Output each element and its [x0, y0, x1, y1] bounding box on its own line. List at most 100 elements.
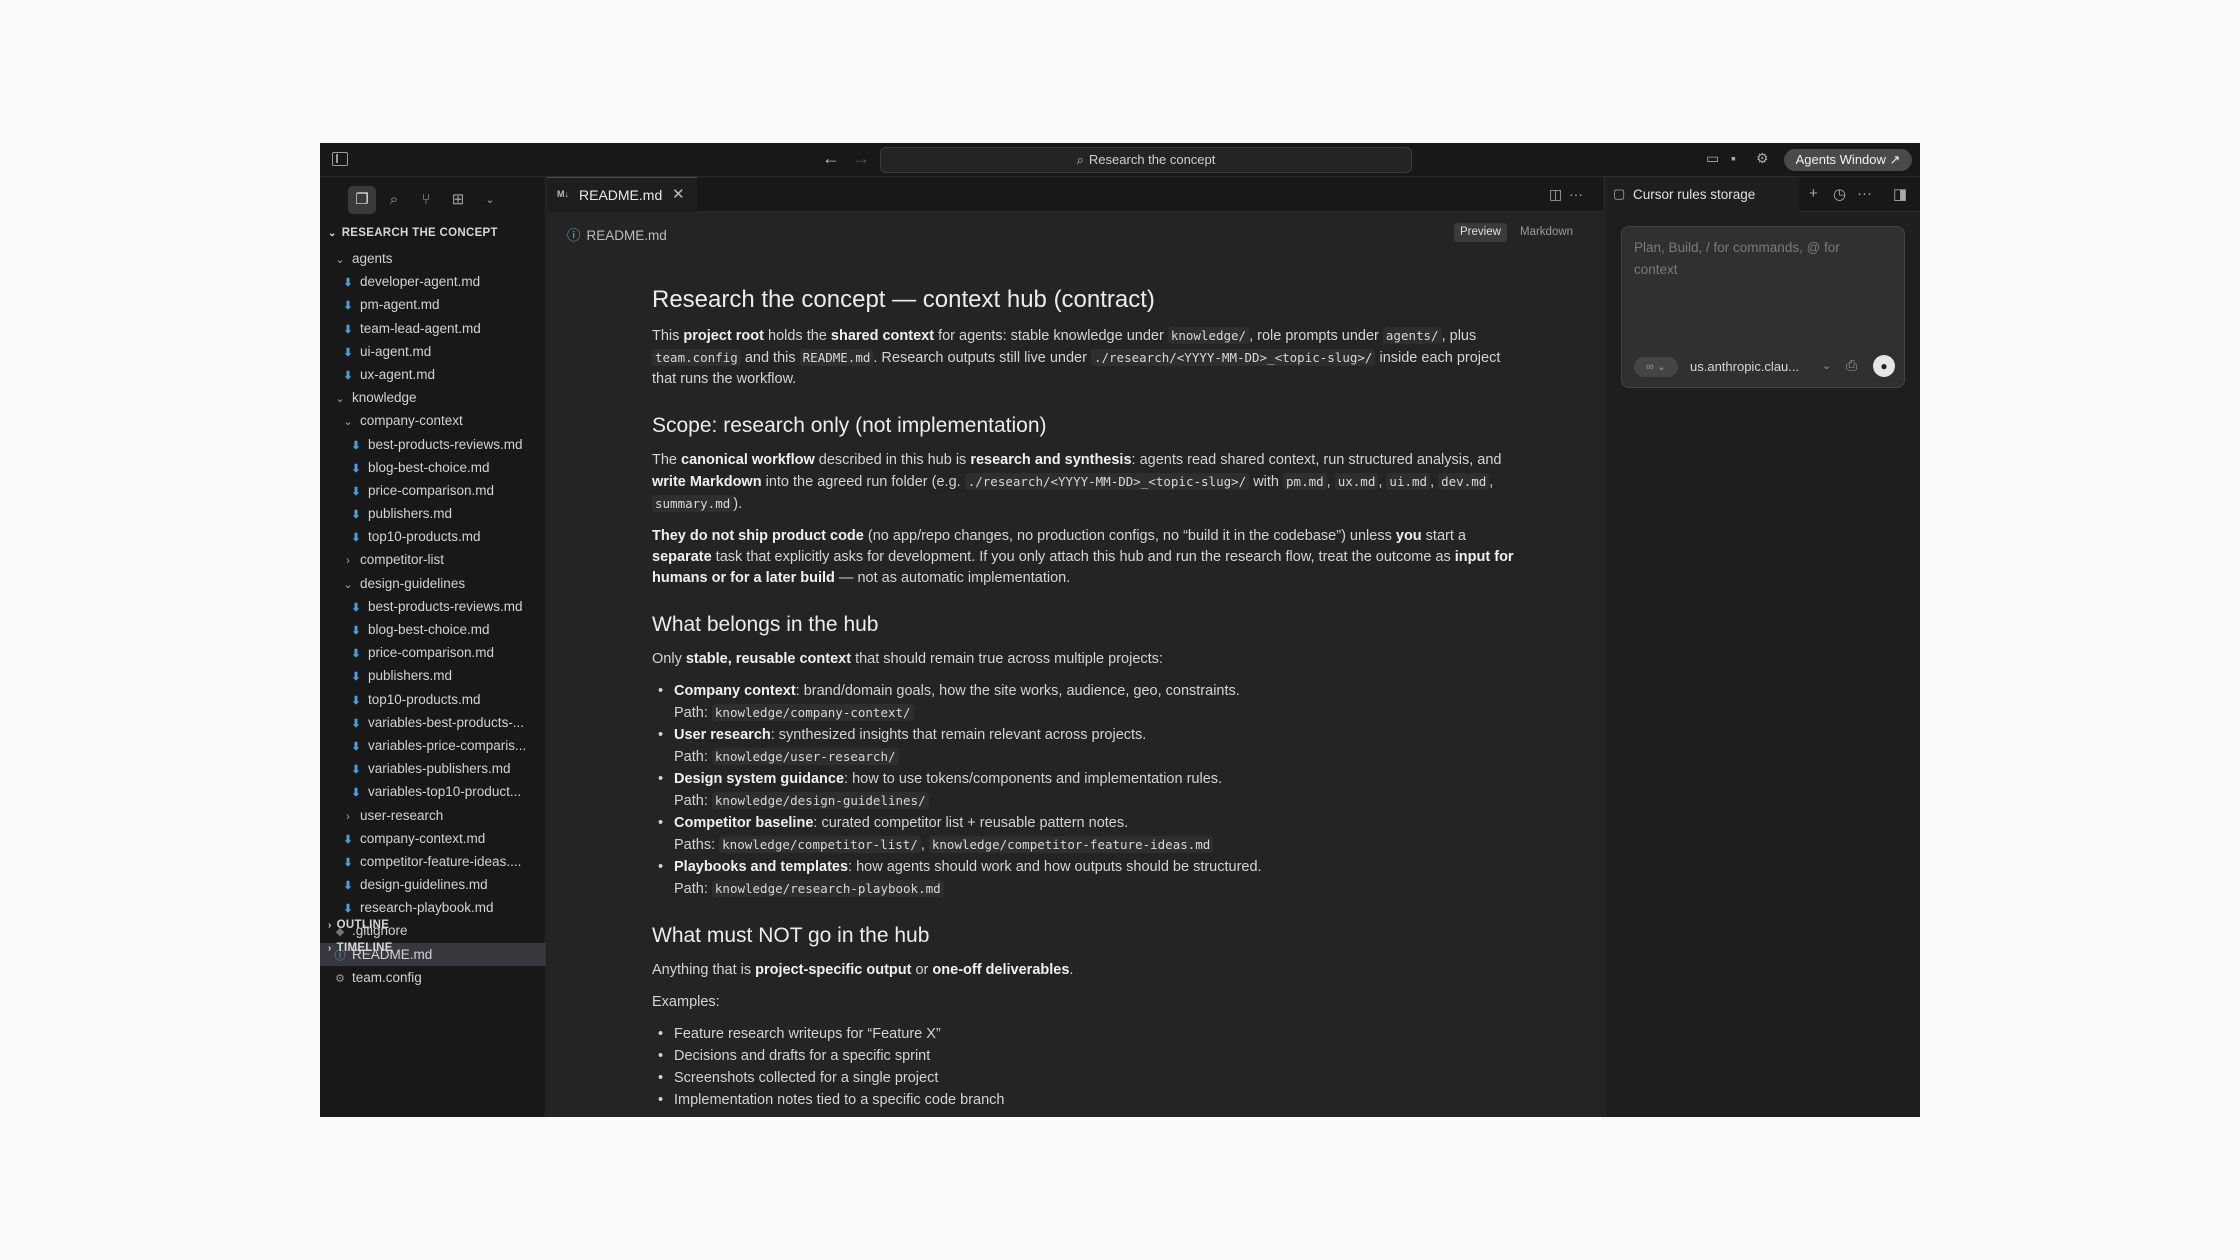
chevron-right-icon: › [346, 810, 350, 823]
list-item: Competitor baseline: curated competitor … [652, 813, 1522, 856]
markdown-file-icon: ⬇ [343, 856, 353, 869]
new-chat-plus-icon[interactable]: + [1809, 185, 1818, 202]
tree-item[interactable]: ⬇ developer-agent.md [320, 270, 546, 293]
chevron-down-icon: ⌄ [335, 254, 345, 266]
markdown-file-icon: ⬇ [343, 346, 353, 359]
section-title: RESEARCH THE CONCEPT [341, 227, 498, 239]
preview-toggle[interactable]: Preview [1454, 223, 1507, 242]
extensions-icon[interactable]: ⊞ [444, 186, 472, 214]
tree-item[interactable]: ⬇ price-comparison.md [320, 641, 546, 664]
doc-title: Research the concept — context hub (cont… [652, 286, 1155, 313]
microphone-icon[interactable]: ● [1873, 355, 1895, 377]
chevron-down-icon[interactable]: ⌄ [476, 186, 504, 214]
chevron-down-icon[interactable]: ⌄ [1822, 359, 1831, 372]
tree-item-label: user-research [360, 807, 444, 823]
markdown-toggle[interactable]: Markdown [1520, 223, 1573, 242]
markdown-file-icon: ⬇ [351, 740, 361, 753]
more-actions-icon[interactable]: ··· [1569, 186, 1583, 202]
markdown-file-icon: ⬇ [343, 323, 353, 336]
tree-item-label: variables-price-comparis... [368, 737, 527, 753]
panel-layout-icon[interactable]: ▭ [1706, 150, 1719, 167]
tree-item[interactable]: ⬇ blog-best-choice.md [320, 618, 546, 641]
files-icon[interactable]: ❐ [348, 186, 376, 214]
tree-item[interactable]: ⬇ research-playbook.md [320, 896, 546, 919]
tree-item[interactable]: ⬇ competitor-feature-ideas.... [320, 850, 546, 873]
tree-item[interactable]: ⌄ agents [320, 247, 546, 270]
tree-item[interactable]: ⬇ variables-best-products-... [320, 711, 546, 734]
tree-item-label: competitor-list [360, 552, 445, 568]
model-selector[interactable]: us.anthropic.clau... [1690, 359, 1799, 374]
scope-heading: Scope: research only (not implementation… [652, 414, 1047, 437]
tree-item[interactable]: ⬇ company-context.md [320, 827, 546, 850]
tree-item[interactable]: ⬇ top10-products.md [320, 525, 546, 548]
tree-item[interactable]: ⌄ knowledge [320, 386, 546, 409]
tree-item[interactable]: ⬇ publishers.md [320, 664, 546, 687]
tree-item[interactable]: ⬇ ui-agent.md [320, 340, 546, 363]
tree-item[interactable]: ⬇ publishers.md [320, 502, 546, 525]
split-editor-icon[interactable]: ◫ [1549, 186, 1562, 203]
back-arrow-icon[interactable]: ← [822, 148, 840, 169]
markdown-preview: Research the concept — context hub (cont… [652, 285, 1522, 1117]
toggle-panel-icon[interactable]: ◨ [1893, 185, 1907, 203]
tree-item[interactable]: ⬇ blog-best-choice.md [320, 456, 546, 479]
agents-window-button[interactable]: Agents Window ↗ [1784, 149, 1912, 171]
tree-item[interactable]: ⬇ price-comparison.md [320, 479, 546, 502]
markdown-file-icon: ⬇ [351, 787, 361, 800]
tree-item[interactable]: ⬇ top10-products.md [320, 688, 546, 711]
tree-item[interactable]: ⬇ best-products-reviews.md [320, 595, 546, 618]
editor-area: M↓ README.md ✕ ◫ ··· ⓘ README.md Preview … [547, 177, 1603, 1117]
chat-composer[interactable]: Plan, Build, / for commands, @ for conte… [1621, 226, 1905, 388]
command-center-search[interactable]: ⌕ Research the concept [880, 147, 1412, 173]
search-text: Research the concept [1088, 152, 1216, 167]
tree-item[interactable]: ⬇ pm-agent.md [320, 293, 546, 316]
settings-gear-icon[interactable]: ⚙ [1756, 150, 1769, 167]
tree-item[interactable]: ⬇ best-products-reviews.md [320, 433, 546, 456]
chat-icon[interactable]: ▪ [1731, 150, 1736, 166]
attach-image-icon[interactable]: ⎙ [1846, 357, 1857, 374]
close-icon[interactable]: ✕ [672, 185, 685, 203]
tab-readme[interactable]: M↓ README.md ✕ [547, 177, 697, 212]
outline-section-header[interactable]: › OUTLINE [328, 919, 389, 931]
tree-item[interactable]: ⌄ design-guidelines [320, 572, 546, 595]
info-icon: ⓘ [567, 228, 581, 243]
tree-item[interactable]: ⬇ ux-agent.md [320, 363, 546, 386]
search-icon[interactable]: ⌕ [380, 186, 408, 214]
markdown-file-icon: ⬇ [351, 439, 361, 452]
tab-label: README.md [579, 187, 663, 203]
scope-paragraph: The canonical workflow described in this… [652, 452, 1502, 512]
breadcrumb[interactable]: ⓘ README.md [567, 224, 667, 244]
tree-item[interactable]: › user-research [320, 804, 546, 827]
tree-item[interactable]: ⌄ company-context [320, 409, 546, 432]
explorer-section-header[interactable]: ⌄ RESEARCH THE CONCEPT [328, 227, 498, 239]
markdown-file-icon: ⬇ [351, 694, 361, 707]
tree-item-label: publishers.md [368, 506, 453, 522]
forward-arrow-icon[interactable]: → [852, 148, 870, 169]
chat-bubble-icon: ▢ [1613, 186, 1626, 201]
tree-item[interactable]: ⚙ team.config [320, 966, 546, 989]
source-control-icon[interactable]: ⑂ [412, 186, 440, 214]
belongs-paragraph: Only stable, reusable context that shoul… [652, 651, 1163, 667]
more-actions-icon[interactable]: ··· [1857, 185, 1872, 202]
tree-item[interactable]: ⬇ team-lead-agent.md [320, 317, 546, 340]
history-clock-icon[interactable]: ◷ [1833, 185, 1846, 203]
tree-item[interactable]: ⬇ variables-publishers.md [320, 757, 546, 780]
toggle-sidebar-icon[interactable] [332, 152, 348, 166]
tree-item[interactable]: ⬇ design-guidelines.md [320, 873, 546, 896]
tree-item[interactable]: ⬇ variables-price-comparis... [320, 734, 546, 757]
tree-item[interactable]: ⬇ variables-top10-product... [320, 780, 546, 803]
tree-item[interactable]: › competitor-list [320, 548, 546, 571]
list-item: Design system guidance: how to use token… [652, 769, 1522, 812]
chevron-down-icon: ⌄ [328, 228, 337, 239]
composer-placeholder[interactable]: Plan, Build, / for commands, @ for conte… [1634, 237, 1884, 281]
timeline-section-header[interactable]: › TIMELINE [328, 942, 393, 954]
list-item: Playbooks and templates: how agents shou… [652, 857, 1522, 900]
tree-item-label: pm-agent.md [360, 297, 440, 313]
tree-item-label: publishers.md [368, 668, 453, 684]
intro-paragraph: This project root holds the shared conte… [652, 327, 1501, 387]
search-icon: ⌕ [1076, 152, 1084, 167]
mode-selector[interactable]: ∞ ⌄ [1634, 357, 1678, 377]
tree-item-label: team-lead-agent.md [360, 320, 481, 336]
tab-cursor-rules-storage[interactable]: ▢ Cursor rules storage [1605, 177, 1799, 212]
list-item: Feature research writeups for “Feature X… [652, 1024, 1522, 1045]
chevron-down-icon: ⌄ [343, 578, 353, 591]
